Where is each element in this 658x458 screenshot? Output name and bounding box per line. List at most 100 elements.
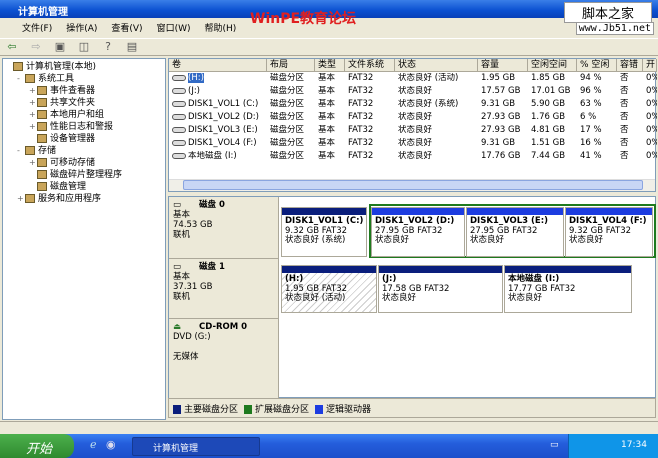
partition[interactable]: DISK1_VOL2 (D:) 27.95 GB FAT32 状态良好 — [371, 207, 465, 257]
table-cell: 63 % — [580, 99, 602, 109]
expander-icon[interactable]: + — [29, 157, 37, 169]
keyboard-icon[interactable]: ▭ — [550, 440, 559, 450]
table-row[interactable]: DISK1_VOL2 (D:) 磁盘分区 基本 FAT32 状态良好 27.93 GB 1.… — [169, 112, 657, 123]
volume-icon — [172, 152, 186, 159]
start-button[interactable]: 开始 — [0, 434, 74, 458]
column-header[interactable]: 空闲空间 — [528, 59, 577, 72]
expander-icon[interactable]: - — [17, 145, 25, 157]
help-icon[interactable]: ? — [100, 40, 116, 55]
table-cell: 6 % — [580, 112, 597, 122]
column-header[interactable]: 文件系统 — [345, 59, 395, 72]
disk-0-label[interactable]: ▭ 磁盘 0 基本 74.53 GB 联机 — [169, 197, 279, 259]
menu-view[interactable]: 查看(V) — [111, 21, 142, 36]
table-row[interactable]: DISK1_VOL4 (F:) 磁盘分区 基本 FAT32 状态良好 9.31 GB 1.5… — [169, 138, 657, 149]
table-cell: 9.31 GB — [481, 99, 516, 109]
column-header[interactable]: 布局 — [267, 59, 315, 72]
table-cell: 27.93 GB — [481, 112, 521, 122]
tree-item[interactable]: + 共享文件夹 — [5, 97, 163, 109]
ie-icon[interactable]: ℯ — [90, 438, 97, 451]
table-cell: 磁盘分区 — [270, 112, 305, 122]
disk-1-label[interactable]: ▭ 磁盘 1 基本 37.31 GB 联机 — [169, 259, 279, 319]
volume-name: DISK1_VOL2 (D:) — [188, 112, 259, 122]
partition-status: 状态良好 — [569, 235, 604, 245]
tree-item-label: 计算机管理(本地) — [26, 62, 97, 72]
cdrom-0-label[interactable]: ⏏ CD-ROM 0 DVD (G:) 无媒体 — [169, 319, 279, 399]
expander-icon[interactable]: + — [29, 109, 37, 121]
table-row[interactable]: DISK1_VOL1 (C:) 磁盘分区 基本 FAT32 状态良好 (系统) 9.31 … — [169, 99, 657, 110]
tree-node-icon — [37, 98, 47, 107]
table-cell: 41 % — [580, 151, 602, 161]
taskbar-task-computer-management[interactable]: 计算机管理 — [132, 437, 260, 456]
partition[interactable]: (H:) 1.95 GB FAT32 状态良好 (活动) — [281, 265, 377, 313]
tree-item[interactable]: + 事件查看器 — [5, 85, 163, 97]
table-cell: 0% — [646, 138, 657, 148]
column-header[interactable]: 类型 — [315, 59, 345, 72]
tree-item[interactable]: 磁盘管理 — [5, 181, 163, 193]
quicklaunch-icon[interactable]: ◉ — [106, 438, 116, 451]
partition[interactable]: DISK1_VOL1 (C:) 9.32 GB FAT32 状态良好 (系统) — [281, 207, 367, 257]
column-header[interactable]: % 空闲 — [577, 59, 617, 72]
tree-item-label: 系统工具 — [38, 74, 75, 84]
column-header[interactable]: 容量 — [478, 59, 528, 72]
partition[interactable]: DISK1_VOL3 (E:) 27.95 GB FAT32 状态良好 — [466, 207, 564, 257]
table-cell: 0% — [646, 86, 657, 96]
tree-item-label: 磁盘碎片整理程序 — [50, 170, 123, 180]
table-row[interactable]: (J:) 磁盘分区 基本 FAT32 状态良好 17.57 GB 17.01 GB 96 % 否… — [169, 86, 657, 97]
tree-item[interactable]: 设备管理器 — [5, 133, 163, 145]
toolbar: ⇦ ⇨ ▣ ◫ ? ▤ — [0, 38, 658, 56]
table-cell: DISK1_VOL2 (D:) — [172, 112, 267, 123]
scrollbar-thumb[interactable] — [183, 180, 643, 190]
table-cell: 磁盘分区 — [270, 99, 305, 109]
table-cell: 0% — [646, 73, 657, 83]
expander-icon[interactable]: - — [17, 73, 25, 85]
tree-item[interactable]: - 系统工具 — [5, 73, 163, 85]
menu-file[interactable]: 文件(F) — [22, 21, 52, 36]
expander-icon[interactable]: + — [17, 193, 25, 205]
volume-name: (J:) — [188, 86, 201, 96]
tree-item[interactable]: + 可移动存储 — [5, 157, 163, 169]
menu-help[interactable]: 帮助(H) — [205, 21, 237, 36]
table-cell: (H:) — [172, 73, 267, 84]
table-cell: FAT32 — [348, 73, 374, 83]
table-cell: 16 % — [580, 138, 602, 148]
back-icon[interactable]: ⇦ — [4, 40, 20, 55]
properties-icon[interactable]: ▤ — [124, 40, 140, 55]
clock: 17:34 — [621, 440, 647, 450]
table-row[interactable]: 本地磁盘 (I:) 磁盘分区 基本 FAT32 状态良好 17.76 GB 7.44 GB 4… — [169, 151, 657, 162]
table-row[interactable]: DISK1_VOL3 (E:) 磁盘分区 基本 FAT32 状态良好 27.93 GB 4.… — [169, 125, 657, 136]
expander-icon[interactable]: + — [29, 121, 37, 133]
table-row[interactable]: (H:) 磁盘分区 基本 FAT32 状态良好 (活动) 1.95 GB 1.85 GB 94… — [169, 73, 657, 84]
tree-item[interactable]: + 性能日志和警报 — [5, 121, 163, 133]
expander-icon[interactable]: + — [29, 97, 37, 109]
table-cell: DISK1_VOL4 (F:) — [172, 138, 267, 149]
tree-item[interactable]: 计算机管理(本地) — [5, 61, 163, 73]
column-header[interactable]: 卷 — [169, 59, 267, 72]
column-header[interactable]: 状态 — [395, 59, 478, 72]
column-header[interactable]: 容错 — [617, 59, 643, 72]
expander-icon[interactable]: + — [29, 85, 37, 97]
tree-item[interactable]: + 服务和应用程序 — [5, 193, 163, 205]
show-tree-icon[interactable]: ◫ — [76, 40, 92, 55]
menu-window[interactable]: 窗口(W) — [157, 21, 191, 36]
tree-item[interactable]: - 存储 — [5, 145, 163, 157]
tree-item-label: 事件查看器 — [50, 86, 96, 96]
table-cell: 4.81 GB — [531, 125, 566, 135]
up-folder-icon[interactable]: ▣ — [52, 40, 68, 55]
table-cell: FAT32 — [348, 125, 374, 135]
forward-icon[interactable]: ⇨ — [28, 40, 44, 55]
tree-item[interactable]: + 本地用户和组 — [5, 109, 163, 121]
table-cell: 磁盘分区 — [270, 86, 305, 96]
menu-action[interactable]: 操作(A) — [66, 21, 97, 36]
partition[interactable]: (J:) 17.58 GB FAT32 状态良好 — [378, 265, 503, 313]
partition[interactable]: 本地磁盘 (I:) 17.77 GB FAT32 状态良好 — [504, 265, 632, 313]
table-cell: 0% — [646, 112, 657, 122]
disk-size: 37.31 GB — [173, 282, 213, 292]
column-header[interactable]: 开 — [643, 59, 657, 72]
table-cell: 否 — [620, 112, 629, 122]
table-cell: 否 — [620, 138, 629, 148]
table-cell: 0% — [646, 99, 657, 109]
tree-item[interactable]: 磁盘碎片整理程序 — [5, 169, 163, 181]
table-cell: 基本 — [318, 86, 336, 96]
table-cell: 94 % — [580, 73, 602, 83]
partition[interactable]: DISK1_VOL4 (F:) 9.32 GB FAT32 状态良好 — [565, 207, 653, 257]
